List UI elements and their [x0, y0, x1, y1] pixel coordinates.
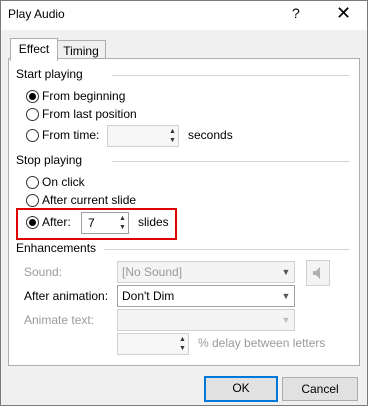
sound-label: Sound: — [24, 265, 63, 279]
sound-select[interactable]: [No Sound] ▼ — [117, 261, 295, 283]
from-beginning-radio[interactable] — [26, 90, 39, 103]
after-animation-label: After animation: — [24, 289, 109, 303]
after-slides-stepper[interactable]: 7 ▲ ▼ — [81, 212, 129, 234]
after-animation-select[interactable]: Don't Dim ▼ — [117, 285, 295, 307]
chevron-up-icon[interactable]: ▲ — [167, 127, 178, 136]
sound-value[interactable]: [No Sound] — [122, 265, 182, 279]
from-time-radio[interactable] — [26, 129, 39, 142]
chevron-down-icon[interactable]: ▼ — [177, 344, 188, 353]
start-playing-divider — [112, 75, 350, 76]
on-click-radio[interactable] — [26, 176, 39, 189]
after-radio[interactable] — [26, 216, 39, 229]
speaker-button[interactable] — [306, 260, 330, 286]
ok-button[interactable]: OK — [204, 376, 278, 402]
close-button[interactable]: ✕ — [336, 3, 351, 24]
after-animation-value[interactable]: Don't Dim — [122, 289, 174, 303]
from-time-label[interactable]: From time: — [42, 128, 99, 142]
from-beginning-label[interactable]: From beginning — [42, 89, 125, 103]
chevron-up-icon[interactable]: ▲ — [117, 214, 128, 223]
after-current-slide-label[interactable]: After current slide — [42, 193, 136, 207]
title-bar: Play Audio ? ✕ — [0, 0, 368, 30]
chevron-up-icon[interactable]: ▲ — [177, 335, 188, 344]
after-current-slide-radio[interactable] — [26, 194, 39, 207]
help-button[interactable]: ? — [292, 5, 300, 21]
slides-label: slides — [138, 215, 169, 229]
enhancements-divider — [104, 249, 350, 250]
window-title: Play Audio — [8, 7, 65, 21]
delay-stepper[interactable]: ▲ ▼ — [117, 333, 189, 355]
chevron-down-icon[interactable]: ▼ — [278, 262, 294, 282]
after-label[interactable]: After: — [42, 215, 71, 229]
cancel-button[interactable]: Cancel — [282, 377, 358, 401]
from-last-position-radio[interactable] — [26, 108, 39, 121]
tab-effect[interactable]: Effect — [10, 38, 58, 61]
animate-text-select[interactable]: ▼ — [117, 309, 295, 331]
stop-playing-label: Stop playing — [16, 153, 83, 167]
from-last-position-label[interactable]: From last position — [42, 107, 137, 121]
enhancements-label: Enhancements — [16, 241, 97, 255]
chevron-down-icon[interactable]: ▼ — [167, 136, 178, 145]
stop-playing-divider — [112, 161, 350, 162]
chevron-down-icon[interactable]: ▼ — [278, 310, 294, 330]
start-playing-label: Start playing — [16, 67, 83, 81]
on-click-label[interactable]: On click — [42, 175, 85, 189]
after-slides-value[interactable]: 7 — [88, 216, 95, 230]
delay-label: % delay between letters — [198, 336, 326, 350]
animate-text-label: Animate text: — [24, 313, 95, 327]
from-time-stepper[interactable]: ▲ ▼ — [107, 125, 179, 147]
seconds-label: seconds — [188, 128, 233, 142]
chevron-down-icon[interactable]: ▼ — [117, 223, 128, 232]
speaker-icon — [313, 267, 320, 279]
chevron-down-icon[interactable]: ▼ — [278, 286, 294, 306]
